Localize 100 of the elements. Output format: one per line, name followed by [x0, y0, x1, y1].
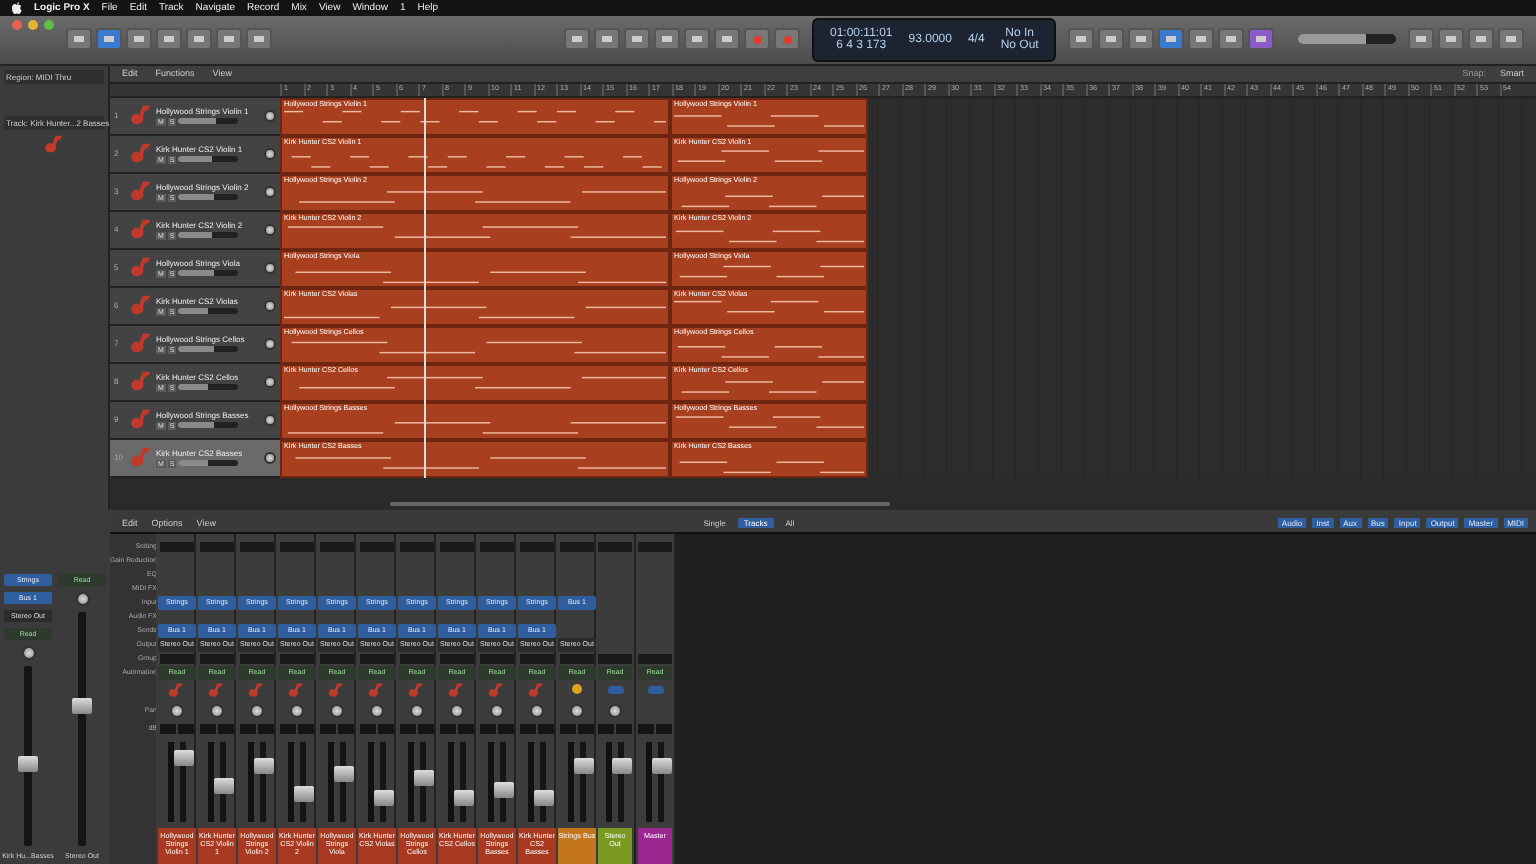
fader-thumb[interactable]: [413, 769, 434, 786]
pan-knob[interactable]: [489, 703, 504, 718]
level-meter: [646, 741, 652, 823]
pan-knob[interactable]: [264, 223, 276, 236]
volume-readout: [537, 723, 554, 734]
peak-readout: [239, 723, 256, 734]
toolbar-icon[interactable]: [1498, 28, 1524, 51]
pan-knob[interactable]: [21, 645, 35, 660]
volume-slider[interactable]: [178, 194, 239, 201]
level-meter: [367, 741, 374, 823]
pan-knob[interactable]: [409, 703, 424, 718]
toolbar-icon[interactable]: [126, 28, 152, 51]
fader-thumb[interactable]: [213, 777, 234, 794]
fader-thumb[interactable]: [333, 765, 354, 782]
fader-thumb[interactable]: [612, 757, 632, 774]
master-volume-slider[interactable]: [1298, 34, 1396, 45]
fader-thumb[interactable]: [373, 789, 394, 806]
fader-thumb[interactable]: [453, 789, 474, 806]
volume-slider[interactable]: [178, 422, 239, 429]
toolbar-icon[interactable]: [216, 28, 242, 51]
peak-readout: [638, 723, 654, 734]
level-meter: [327, 741, 334, 823]
toolbar-icon[interactable]: [1248, 28, 1275, 51]
toolbar-icon[interactable]: [1128, 28, 1155, 51]
volume-readout: [257, 723, 274, 734]
toolbar-icon[interactable]: [1098, 28, 1125, 51]
toolbar-icon[interactable]: [1468, 28, 1494, 51]
fader-thumb[interactable]: [293, 785, 314, 802]
volume-readout: [577, 723, 594, 734]
bus-icon: [571, 684, 582, 695]
pan-knob[interactable]: [529, 703, 544, 718]
pan-knob[interactable]: [369, 703, 384, 718]
pan-knob[interactable]: [329, 703, 344, 718]
toolbar-icon[interactable]: [96, 28, 122, 51]
play-icon[interactable]: [654, 28, 680, 51]
level-meter: [407, 741, 414, 823]
toolbar-icon[interactable]: [1408, 28, 1434, 51]
pan-knob[interactable]: [449, 703, 464, 718]
toolbar-icon[interactable]: [186, 28, 212, 51]
peak-readout: [559, 723, 576, 734]
fader-thumb[interactable]: [173, 749, 194, 766]
pan-knob[interactable]: [264, 261, 276, 274]
volume-slider[interactable]: [178, 384, 239, 391]
fader-thumb[interactable]: [253, 757, 274, 774]
toolbar-icon[interactable]: [1068, 28, 1095, 51]
peak-readout: [439, 723, 456, 734]
apple-logo-icon[interactable]: [12, 1, 22, 14]
pan-knob[interactable]: [169, 703, 184, 718]
output-icon: [607, 685, 623, 694]
toolbar-icon[interactable]: [156, 28, 182, 51]
volume-fader[interactable]: [78, 611, 86, 847]
pan-knob[interactable]: [569, 703, 584, 718]
fader-thumb[interactable]: [652, 757, 672, 774]
volume-slider[interactable]: [178, 460, 239, 467]
volume-readout: [417, 723, 434, 734]
volume-readout: [377, 723, 394, 734]
toolbar-icon[interactable]: [1218, 28, 1245, 51]
zoom-icon[interactable]: [44, 19, 54, 30]
minimize-icon[interactable]: [28, 19, 38, 30]
transport-icon[interactable]: [684, 28, 710, 51]
pan-knob[interactable]: [264, 375, 276, 388]
scroll-bar[interactable]: [390, 501, 890, 506]
pan-knob[interactable]: [608, 703, 622, 718]
pan-knob[interactable]: [264, 299, 276, 312]
pan-knob[interactable]: [264, 337, 276, 350]
peak-readout: [319, 723, 336, 734]
volume-slider[interactable]: [178, 270, 239, 277]
fader-thumb[interactable]: [72, 697, 92, 714]
volume-slider[interactable]: [178, 232, 239, 239]
pan-knob[interactable]: [75, 591, 89, 606]
pan-knob[interactable]: [289, 703, 304, 718]
volume-slider[interactable]: [178, 156, 239, 163]
level-meter: [287, 741, 294, 823]
transport-icon[interactable]: [624, 28, 650, 51]
fader-thumb[interactable]: [533, 789, 554, 806]
fader-thumb[interactable]: [493, 781, 514, 798]
pan-knob[interactable]: [264, 147, 276, 160]
transport-icon[interactable]: [594, 28, 620, 51]
peak-readout: [399, 723, 416, 734]
pan-knob[interactable]: [264, 413, 276, 426]
level-meter: [567, 741, 574, 823]
toolbar-icon[interactable]: [66, 28, 92, 51]
toolbar-icon[interactable]: [1158, 28, 1185, 51]
volume-readout: [297, 723, 314, 734]
pan-knob[interactable]: [264, 451, 276, 464]
pan-knob[interactable]: [264, 109, 276, 122]
pan-knob[interactable]: [249, 703, 264, 718]
volume-fader[interactable]: [24, 665, 32, 847]
volume-slider[interactable]: [178, 118, 239, 125]
volume-slider[interactable]: [178, 346, 239, 353]
toolbar-icon[interactable]: [246, 28, 272, 51]
transport-icon[interactable]: [564, 28, 590, 51]
toolbar-icon[interactable]: [1438, 28, 1464, 51]
pan-knob[interactable]: [209, 703, 224, 718]
transport-icon[interactable]: [714, 28, 740, 51]
fader-thumb[interactable]: [18, 756, 38, 773]
volume-slider[interactable]: [178, 308, 239, 315]
toolbar-icon[interactable]: [1188, 28, 1215, 51]
pan-knob[interactable]: [264, 185, 276, 198]
fader-thumb[interactable]: [573, 757, 594, 774]
